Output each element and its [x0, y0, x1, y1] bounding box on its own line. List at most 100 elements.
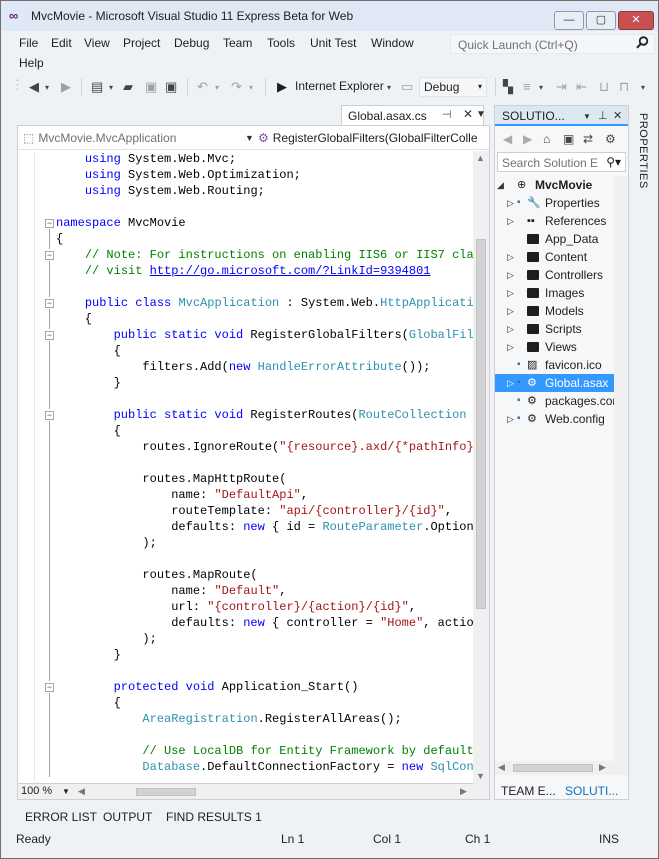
- code-line[interactable]: url: "{controller}/{action}/{id}",: [18, 599, 473, 615]
- tree-vertical-scrollbar[interactable]: [614, 176, 628, 761]
- collapsed-caret-icon[interactable]: ▷: [507, 374, 514, 392]
- code-line[interactable]: routeTemplate: "api/{controller}/{id}",: [18, 503, 473, 519]
- code-line[interactable]: routes.IgnoreRoute("{resource}.axd/{*pat…: [18, 439, 473, 455]
- forward-icon[interactable]: ▶: [61, 79, 71, 95]
- redo-dropdown-icon[interactable]: ▾: [249, 83, 253, 92]
- code-line[interactable]: [18, 279, 473, 295]
- close-icon[interactable]: ✕: [463, 107, 473, 121]
- configuration-combo[interactable]: Debug ▾: [419, 77, 487, 97]
- collapse-icon[interactable]: ▣: [563, 132, 574, 146]
- solution-search-input[interactable]: Search Solution E ⚲▾: [497, 152, 626, 172]
- member-dropdown[interactable]: ⚙ RegisterGlobalFilters(GlobalFilterColle: [258, 131, 489, 145]
- tree-item[interactable]: ▪ ⚙ packages.confi: [495, 392, 614, 410]
- scroll-left-icon[interactable]: ◀: [498, 762, 505, 773]
- tree-item[interactable]: ▷ Views: [495, 338, 614, 356]
- tree-item[interactable]: App_Data: [495, 230, 614, 248]
- bookmark-icon[interactable]: ⊔: [599, 79, 609, 95]
- menu-unit-test[interactable]: Unit Test: [310, 36, 356, 50]
- code-line[interactable]: routes.MapRoute(: [18, 567, 473, 583]
- find-icon[interactable]: ▚: [503, 79, 513, 95]
- code-line[interactable]: {: [18, 695, 473, 711]
- zoom-dropdown-icon[interactable]: ▼: [62, 787, 70, 796]
- tab-list-dropdown-icon[interactable]: ▼: [476, 109, 486, 120]
- redo-icon[interactable]: ↷: [231, 79, 242, 95]
- save-all-icon[interactable]: ▣: [165, 79, 177, 95]
- comment-icon[interactable]: ≡: [523, 79, 531, 94]
- toolbar-overflow-icon[interactable]: ▾: [641, 83, 645, 92]
- code-line[interactable]: [18, 199, 473, 215]
- menu-tools[interactable]: Tools: [267, 36, 295, 50]
- maximize-button[interactable]: ▢: [586, 11, 616, 30]
- tab-output[interactable]: OUTPUT: [103, 810, 152, 824]
- new-dropdown-icon[interactable]: ▾: [109, 83, 113, 92]
- code-line[interactable]: {: [18, 311, 473, 327]
- code-line[interactable]: defaults: new { id = RouteParameter.Opti…: [18, 519, 473, 535]
- code-line[interactable]: [18, 391, 473, 407]
- scroll-right-icon[interactable]: ▶: [599, 762, 606, 773]
- minimize-button[interactable]: —: [554, 11, 584, 30]
- code-line[interactable]: − namespace MvcMovie: [18, 215, 473, 231]
- horizontal-scrollbar-thumb[interactable]: [136, 788, 196, 796]
- tree-item[interactable]: ◢ ⊕ MvcMovie: [495, 176, 614, 194]
- code-text-area[interactable]: using System.Web.Mvc; using System.Web.O…: [18, 151, 473, 785]
- expanded-caret-icon[interactable]: ◢: [497, 176, 504, 194]
- forward-icon[interactable]: ▶: [523, 132, 532, 146]
- code-line[interactable]: );: [18, 535, 473, 551]
- code-line[interactable]: using System.Web.Mvc;: [18, 151, 473, 167]
- class-dropdown[interactable]: ⬚ MvcMovie.MvcApplication: [23, 131, 176, 145]
- back-icon[interactable]: ◀: [29, 79, 39, 95]
- pin-icon[interactable]: ⊥: [598, 109, 608, 122]
- outdent-icon[interactable]: ⇤: [576, 79, 587, 95]
- code-line[interactable]: {: [18, 231, 473, 247]
- code-line[interactable]: filters.Add(new HandleErrorAttribute());: [18, 359, 473, 375]
- tab-find-results[interactable]: FIND RESULTS 1: [166, 810, 262, 824]
- code-line[interactable]: − protected void Application_Start(): [18, 679, 473, 695]
- collapse-toggle-icon[interactable]: −: [45, 683, 54, 692]
- new-project-icon[interactable]: ▤: [91, 79, 103, 95]
- tree-horizontal-scrollbar[interactable]: ◀ ▶: [495, 761, 628, 775]
- tree-item[interactable]: ▷ Scripts: [495, 320, 614, 338]
- collapsed-caret-icon[interactable]: ▷: [507, 266, 514, 284]
- code-line[interactable]: − // Note: For instructions on enabling …: [18, 247, 473, 263]
- menu-debug[interactable]: Debug: [174, 36, 209, 50]
- tree-item[interactable]: ▷ Content: [495, 248, 614, 266]
- tree-item[interactable]: ▷ Models: [495, 302, 614, 320]
- browser-selector[interactable]: Internet Explorer: [295, 77, 384, 97]
- code-line[interactable]: AreaRegistration.RegisterAllAreas();: [18, 711, 473, 727]
- save-icon[interactable]: ▣: [145, 79, 157, 95]
- close-icon[interactable]: ✕: [613, 109, 622, 122]
- tree-item[interactable]: ▷ ▪▪ References: [495, 212, 614, 230]
- tab-error-list[interactable]: ERROR LIST: [25, 810, 97, 824]
- tree-item[interactable]: ▷ ▪ ⚙ Web.config: [495, 410, 614, 428]
- scroll-left-icon[interactable]: ◀: [78, 786, 85, 797]
- collapsed-caret-icon[interactable]: ▷: [507, 212, 514, 230]
- collapsed-caret-icon[interactable]: ▷: [507, 302, 514, 320]
- code-line[interactable]: name: "DefaultApi",: [18, 487, 473, 503]
- undo-icon[interactable]: ↶: [197, 79, 208, 95]
- tree-item[interactable]: ▷ Controllers: [495, 266, 614, 284]
- code-line[interactable]: [18, 727, 473, 743]
- code-line[interactable]: {: [18, 423, 473, 439]
- code-line[interactable]: − public class MvcApplication : System.W…: [18, 295, 473, 311]
- uncomment-icon[interactable]: ⊓: [619, 79, 629, 95]
- vertical-scrollbar[interactable]: ▲ ▼: [473, 151, 489, 785]
- tree-item[interactable]: ▪ ▨ favicon.ico: [495, 356, 614, 374]
- zoom-level[interactable]: 100 %: [21, 785, 52, 797]
- close-button[interactable]: ✕: [618, 11, 654, 30]
- collapse-toggle-icon[interactable]: −: [45, 411, 54, 420]
- menu-view[interactable]: View: [84, 36, 110, 50]
- sync-icon[interactable]: ⇄: [583, 132, 593, 146]
- menu-edit[interactable]: Edit: [51, 36, 72, 50]
- menu-file[interactable]: File: [19, 36, 38, 50]
- code-line[interactable]: }: [18, 375, 473, 391]
- back-dropdown-icon[interactable]: ▾: [45, 83, 49, 92]
- collapsed-caret-icon[interactable]: ▷: [507, 248, 514, 266]
- collapse-toggle-icon[interactable]: −: [45, 251, 54, 260]
- code-line[interactable]: [18, 551, 473, 567]
- code-line[interactable]: routes.MapHttpRoute(: [18, 471, 473, 487]
- code-line[interactable]: using System.Web.Routing;: [18, 183, 473, 199]
- menu-window[interactable]: Window: [371, 36, 414, 50]
- tree-item[interactable]: ▷ Images: [495, 284, 614, 302]
- tab-team-explorer[interactable]: TEAM E...: [501, 784, 556, 798]
- properties-side-tab[interactable]: PROPERTIES: [631, 105, 658, 305]
